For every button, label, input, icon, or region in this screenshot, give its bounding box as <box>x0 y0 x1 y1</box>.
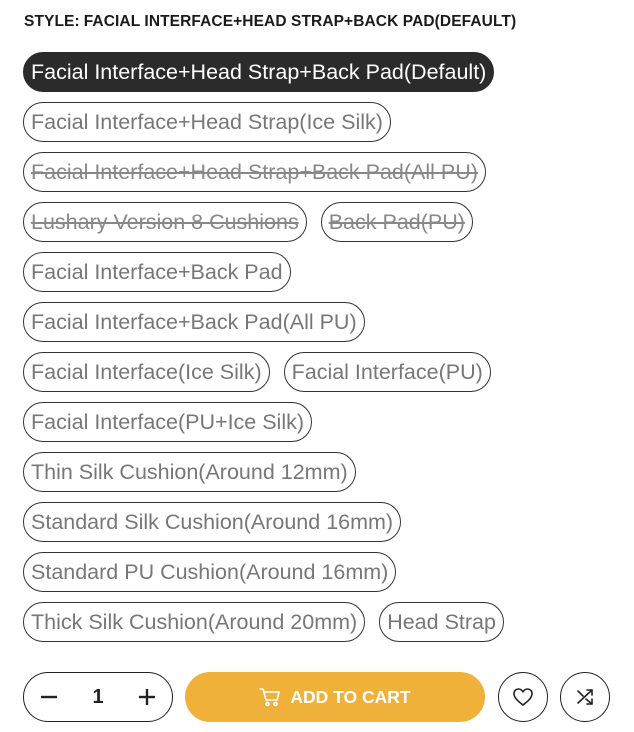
add-to-cart-button[interactable]: ADD TO CART <box>185 672 485 722</box>
option-thin-silk-cushion[interactable]: Thin Silk Cushion(Around 12mm) <box>23 452 356 492</box>
option-facial-interface-pu-ice-silk[interactable]: Facial Interface(PU+Ice Silk) <box>23 402 313 442</box>
option-back-pad-pu: Back Pad(PU) <box>320 202 473 242</box>
quantity-value[interactable]: 1 <box>74 686 122 709</box>
option-row: Facial Interface(PU+Ice Silk) <box>23 402 623 442</box>
option-facial-interface-pu[interactable]: Facial Interface(PU) <box>283 352 491 392</box>
option-row: Standard PU Cushion(Around 16mm) <box>23 552 623 592</box>
cart-actions: 1 ADD TO CART <box>23 672 613 722</box>
option-facial-interface-back-pad-all-pu[interactable]: Facial Interface+Back Pad(All PU) <box>23 302 365 342</box>
shuffle-icon <box>577 689 593 705</box>
add-to-cart-label: ADD TO CART <box>290 686 411 707</box>
wishlist-button[interactable] <box>498 672 548 722</box>
option-row: Thick Silk Cushion(Around 20mm) Head Str… <box>23 602 623 642</box>
option-row: Standard Silk Cushion(Around 16mm) <box>23 502 623 542</box>
option-row: Facial Interface+Back Pad(All PU) <box>23 302 623 342</box>
option-standard-pu-cushion[interactable]: Standard PU Cushion(Around 16mm) <box>23 552 397 592</box>
heart-icon <box>513 688 533 706</box>
option-row: Facial Interface+Head Strap(Ice Silk) <box>23 102 623 142</box>
option-lushary-version-8-cushions: Lushary Version 8 Cushions <box>23 202 307 242</box>
style-label: STYLE: FACIAL INTERFACE+HEAD STRAP+BACK P… <box>24 13 516 31</box>
option-standard-silk-cushion[interactable]: Standard Silk Cushion(Around 16mm) <box>23 502 402 542</box>
style-label-prefix: STYLE: <box>24 13 80 30</box>
option-facial-interface-head-strap-ice-silk[interactable]: Facial Interface+Head Strap(Ice Silk) <box>23 102 391 142</box>
style-label-value: FACIAL INTERFACE+HEAD STRAP+BACK PAD(DEF… <box>83 13 517 30</box>
option-row: Facial Interface(Ice Silk) Facial Interf… <box>23 352 623 392</box>
option-thick-silk-cushion[interactable]: Thick Silk Cushion(Around 20mm) <box>23 602 366 642</box>
option-row: Lushary Version 8 Cushions Back Pad(PU) <box>23 202 623 242</box>
option-row: Facial Interface+Head Strap+Back Pad(Def… <box>23 52 623 92</box>
option-row: Thin Silk Cushion(Around 12mm) <box>23 452 623 492</box>
cart-icon <box>259 688 281 707</box>
option-row: Facial Interface+Head Strap+Back Pad(All… <box>23 152 623 192</box>
compare-button[interactable] <box>560 672 610 722</box>
option-facial-interface-back-pad[interactable]: Facial Interface+Back Pad <box>23 252 291 292</box>
decrease-quantity-button[interactable] <box>24 673 74 721</box>
minus-icon <box>41 695 57 699</box>
option-facial-interface-head-strap-back-pad-default[interactable]: Facial Interface+Head Strap+Back Pad(Def… <box>23 52 495 92</box>
option-row: Facial Interface+Back Pad <box>23 252 623 292</box>
style-options: Facial Interface+Head Strap+Back Pad(Def… <box>23 52 623 652</box>
option-facial-interface-ice-silk[interactable]: Facial Interface(Ice Silk) <box>23 352 270 392</box>
option-facial-interface-head-strap-back-pad-all-pu: Facial Interface+Head Strap+Back Pad(All… <box>23 152 486 192</box>
increase-quantity-button[interactable] <box>122 673 172 721</box>
quantity-stepper: 1 <box>23 672 173 722</box>
option-head-strap[interactable]: Head Strap <box>379 602 504 642</box>
plus-icon <box>139 689 155 705</box>
